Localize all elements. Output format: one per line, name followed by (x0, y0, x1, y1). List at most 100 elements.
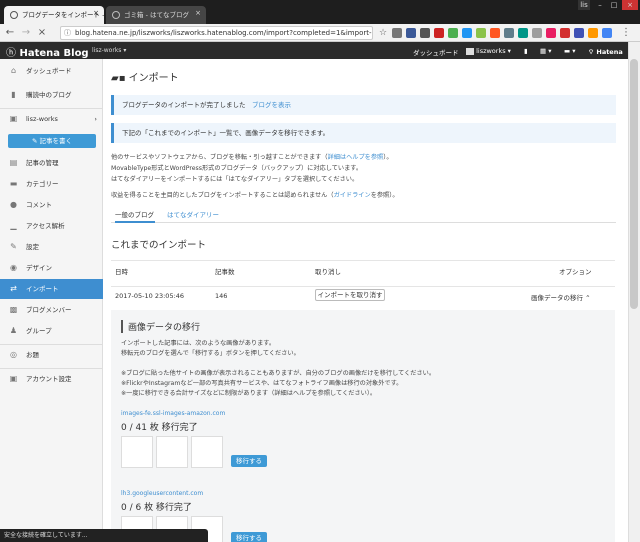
user-menu[interactable]: liszworks ▾ (466, 47, 511, 55)
blog-selector[interactable]: lisz-works ▾ (92, 47, 126, 54)
extension-icon[interactable] (434, 28, 444, 38)
tab-general-blog[interactable]: 一般のブログ (115, 209, 155, 223)
write-article-button[interactable]: ✎ 記事を書く (8, 134, 96, 148)
home-icon: ⌂ (10, 66, 17, 75)
sidebar-item-import[interactable]: ⇄ インポート (0, 279, 103, 299)
extension-icon[interactable] (504, 28, 514, 38)
source-name: lh3.googleusercontent.com (121, 490, 204, 497)
migration-progress: 0 / 6 枚 移行完了 (121, 503, 192, 513)
help-link[interactable]: 詳細はヘルプを参照 (328, 154, 384, 161)
extension-icon[interactable] (392, 28, 402, 38)
image-thumbnail (191, 436, 223, 468)
panel-title: 画像データの移行 (121, 320, 200, 333)
extension-icon[interactable] (518, 28, 528, 38)
extension-icon[interactable] (490, 28, 500, 38)
column-header: 取り消し (315, 268, 341, 276)
sidebar-item-topics[interactable]: ◎ お題 (0, 345, 103, 365)
extension-icon[interactable] (448, 28, 458, 38)
extension-icon[interactable] (546, 28, 556, 38)
extension-icon[interactable] (588, 28, 598, 38)
close-icon[interactable]: × (93, 9, 99, 17)
column-header: 日時 (115, 268, 128, 276)
notice-migrate: 下記の「これまでのインポート」一覧で、画像データを移行できます。 (111, 123, 616, 143)
page-title: ▰▪ インポート (111, 73, 179, 84)
view-blog-link[interactable]: ブログを表示 (252, 101, 291, 109)
blog-icon: ▣ (9, 114, 18, 123)
info-icon: ⓘ (64, 29, 71, 37)
extension-icon[interactable] (602, 28, 612, 38)
sidebar-item-analytics[interactable]: ▁ アクセス解析 (0, 216, 103, 236)
group-icon: ♟ (9, 326, 18, 335)
notification-icon[interactable]: ▬ ▾ (564, 47, 575, 55)
migrate-button[interactable]: 移行する (231, 532, 267, 542)
import-tabs: 一般のブログ はてなダイアリー (111, 209, 616, 223)
import-icon: ⇄ (10, 284, 17, 293)
hatena-menu[interactable]: ⌔ Hatena (588, 47, 623, 56)
source-name: images-fe.ssl-images-amazon.com (121, 410, 226, 417)
chevron-up-icon: ⌃ (585, 294, 591, 302)
sidebar-item-blog[interactable]: ▣ lisz-works › (0, 109, 103, 129)
bookmark-icon: ▮ (11, 90, 16, 99)
truck-icon: ▰▪ (111, 73, 126, 84)
cancel-import-button[interactable]: インポートを取り消す (315, 289, 385, 301)
forward-icon[interactable]: → (20, 27, 32, 39)
close-icon[interactable]: × (195, 9, 201, 17)
window-close-icon[interactable]: × (622, 0, 638, 10)
dashboard-link[interactable]: ダッシュボード (413, 47, 459, 57)
wrench-icon: ✎ (10, 242, 17, 251)
sidebar-item-design[interactable]: ◉ デザイン (0, 258, 103, 278)
history-title: これまでのインポート (111, 240, 207, 251)
extension-icon[interactable] (406, 28, 416, 38)
extension-icon[interactable] (420, 28, 430, 38)
bookmark-icon[interactable]: ▮ (524, 47, 528, 55)
panel-text: インポートした記事には、次のような画像があります。 (121, 340, 276, 347)
extension-icon[interactable] (462, 28, 472, 38)
extension-icon[interactable] (476, 28, 486, 38)
browser-titlebar: ブログデータをインポート - はて × ゴミ箱 - はてなブログ × lis –… (0, 0, 640, 24)
tab-favicon-icon (10, 11, 18, 19)
sidebar-item-categories[interactable]: ▬ カテゴリー (0, 174, 103, 194)
palette-icon: ◉ (10, 263, 17, 272)
document-icon: ▤ (9, 158, 18, 167)
notice-complete: ブログデータのインポートが完了しました ブログを表示 (111, 95, 616, 115)
migration-progress: 0 / 41 枚 移行完了 (121, 423, 198, 433)
folder-icon: ▬ (9, 179, 18, 188)
stop-icon[interactable]: × (36, 27, 48, 39)
panel-note: ※一度に移行できる合計サイズなどに制限があります（詳細はヘルプを参照してください… (121, 390, 377, 397)
browser-tab-import[interactable]: ブログデータをインポート - はて × (4, 6, 104, 24)
star-icon[interactable]: ☆ (377, 27, 389, 39)
tab-hatena-diary[interactable]: はてなダイアリー (167, 209, 219, 223)
comment-icon: ● (10, 200, 17, 209)
menu-icon[interactable]: ⋮ (620, 27, 632, 39)
sidebar-item-account[interactable]: ▣ アカウント設定 (0, 369, 103, 389)
address-bar[interactable]: ⓘ blog.hatena.ne.jp/liszworks/liszworks.… (60, 26, 373, 40)
extension-icon[interactable] (574, 28, 584, 38)
back-icon[interactable]: ← (4, 27, 16, 39)
migrate-button[interactable]: 移行する (231, 455, 267, 467)
sidebar-item-articles[interactable]: ▤ 記事の管理 (0, 153, 103, 173)
sidebar-item-groups[interactable]: ♟ グループ (0, 321, 103, 341)
import-datetime: 2017-05-10 23:05:46 (115, 292, 185, 300)
scrollbar-thumb[interactable] (630, 59, 638, 309)
sidebar-item-comments[interactable]: ● コメント (0, 195, 103, 215)
sidebar-item-settings[interactable]: ✎ 設定 (0, 237, 103, 257)
extension-icon[interactable] (532, 28, 542, 38)
sidebar-item-dashboard[interactable]: ⌂ ダッシュボード (0, 61, 103, 81)
description-line: 収益を得ることを主目的としたブログをインポートすることは認められません（ガイドラ… (111, 192, 399, 199)
apps-grid-icon[interactable]: ▦ ▾ (540, 47, 551, 55)
image-thumbnail (156, 436, 188, 468)
image-migration-toggle[interactable]: 画像データの移行 ⌃ (531, 292, 591, 302)
guideline-link[interactable]: ガイドライン (334, 192, 371, 199)
hatena-blog-logo[interactable]: ⓗ Hatena Blog (6, 44, 89, 59)
logo-icon: ⓗ (6, 48, 16, 59)
minimize-icon[interactable]: – (594, 0, 606, 10)
panel-text: 移転元のブログを選んで「移行する」ボタンを押してください。 (121, 350, 300, 357)
status-bar: 安全な接続を確立しています... (0, 529, 208, 542)
browser-tab-trash[interactable]: ゴミ箱 - はてなブログ × (106, 6, 206, 24)
column-header: オプション (559, 268, 592, 276)
extension-icon[interactable] (560, 28, 570, 38)
sidebar-item-members[interactable]: ▩ ブログメンバー (0, 300, 103, 320)
sidebar-item-subscriptions[interactable]: ▮ 購読中のブログ (0, 85, 103, 105)
browser-toolbar: ← → × ⓘ blog.hatena.ne.jp/liszworks/lisz… (0, 24, 640, 42)
maximize-icon[interactable]: □ (608, 0, 620, 10)
